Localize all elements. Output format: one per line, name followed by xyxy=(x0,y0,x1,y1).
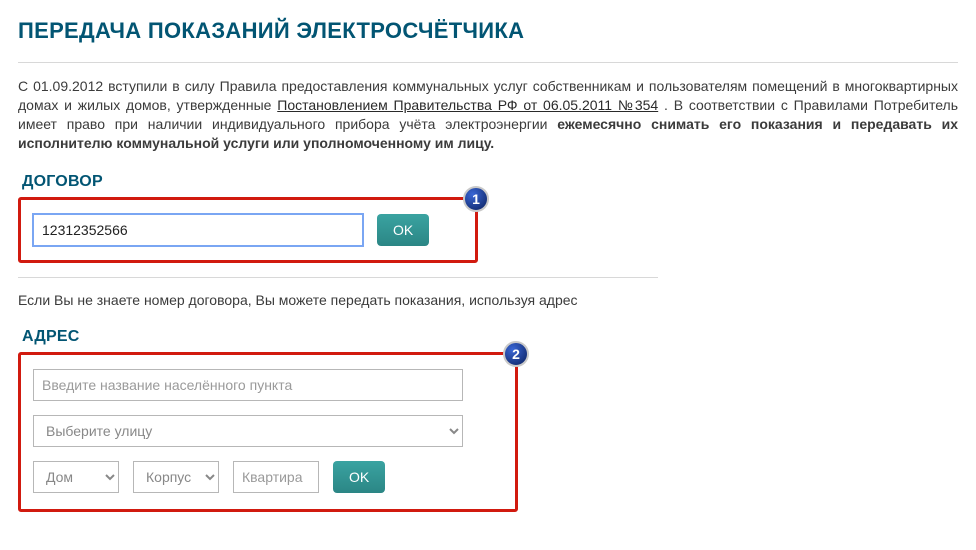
help-text: Если Вы не знаете номер договора, Вы мож… xyxy=(18,277,658,308)
contract-number-input[interactable] xyxy=(33,214,363,246)
divider xyxy=(18,62,958,63)
regulation-link[interactable]: Постановлением Правительства РФ от 06.05… xyxy=(277,97,658,113)
address-section-label: АДРЕС xyxy=(22,328,958,346)
locality-input[interactable] xyxy=(33,369,463,401)
street-select[interactable]: Выберите улицу xyxy=(33,415,463,447)
step-badge-2: 2 xyxy=(503,341,529,367)
contract-ok-button[interactable]: OK xyxy=(377,214,429,246)
address-box: 2 Выберите улицу Дом Корпус OK xyxy=(18,352,518,512)
flat-input[interactable] xyxy=(233,461,319,493)
address-ok-button[interactable]: OK xyxy=(333,461,385,493)
building-select[interactable]: Корпус xyxy=(133,461,219,493)
intro-paragraph: С 01.09.2012 вступили в силу Правила пре… xyxy=(18,77,958,153)
step-badge-1: 1 xyxy=(463,186,489,212)
page-title: ПЕРЕДАЧА ПОКАЗАНИЙ ЭЛЕКТРОСЧЁТЧИКА xyxy=(18,18,958,44)
house-select[interactable]: Дом xyxy=(33,461,119,493)
contract-section-label: ДОГОВОР xyxy=(22,173,958,191)
contract-box: 1 OK xyxy=(18,197,478,263)
